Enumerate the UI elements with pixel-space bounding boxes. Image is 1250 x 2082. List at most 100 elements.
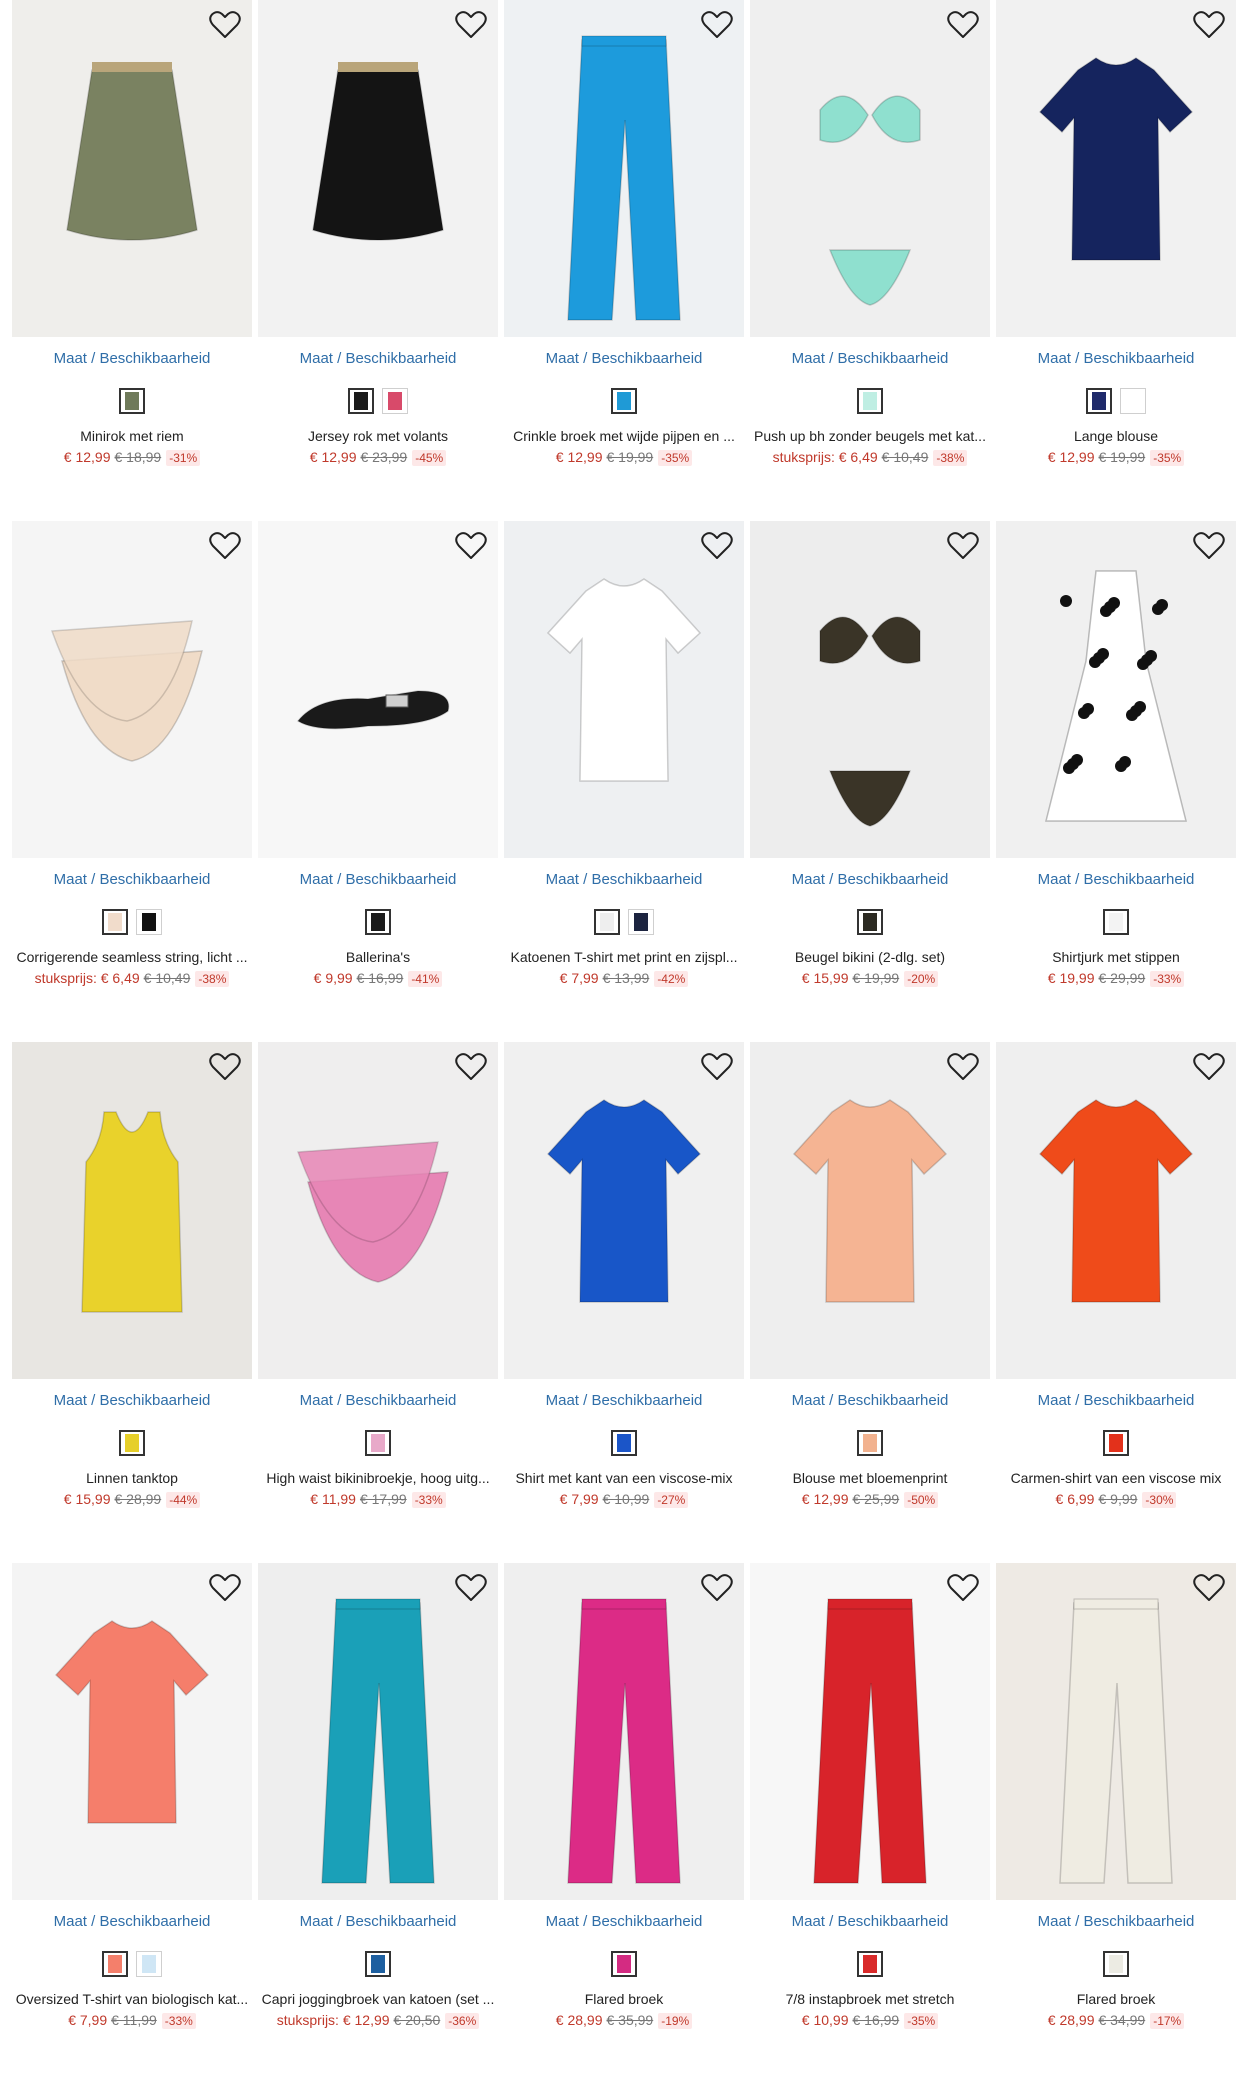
size-availability-link[interactable]: Maat / Beschikbaarheid <box>12 1913 252 1931</box>
product-card[interactable]: Maat / Beschikbaarheid Oversized T-shirt … <box>12 1563 252 2030</box>
size-availability-link[interactable]: Maat / Beschikbaarheid <box>12 871 252 889</box>
color-swatch[interactable] <box>365 1951 391 1977</box>
size-availability-link[interactable]: Maat / Beschikbaarheid <box>504 1392 744 1410</box>
product-name[interactable]: Blouse met bloemenprint <box>750 1470 990 1488</box>
color-swatch[interactable] <box>611 388 637 414</box>
product-image[interactable] <box>996 0 1236 337</box>
color-swatch[interactable] <box>594 909 620 935</box>
product-card[interactable]: Maat / Beschikbaarheid Corrigerende seaml… <box>12 521 252 988</box>
size-availability-link[interactable]: Maat / Beschikbaarheid <box>750 1913 990 1931</box>
product-name[interactable]: Linnen tanktop <box>12 1470 252 1488</box>
wishlist-heart-icon[interactable] <box>1192 529 1226 563</box>
product-image[interactable] <box>996 521 1236 858</box>
product-name[interactable]: Capri joggingbroek van katoen (set ... <box>258 1991 498 2009</box>
product-name[interactable]: Lange blouse <box>996 428 1236 446</box>
color-swatch[interactable] <box>628 909 654 935</box>
color-swatch[interactable] <box>611 1430 637 1456</box>
product-card[interactable]: Maat / Beschikbaarheid Blouse met bloemen… <box>750 1042 990 1509</box>
color-swatch[interactable] <box>365 909 391 935</box>
product-name[interactable]: Push up bh zonder beugels met kat... <box>750 428 990 446</box>
product-card[interactable]: Maat / Beschikbaarheid Ballerina's € 9,99 €… <box>258 521 498 988</box>
color-swatch[interactable] <box>857 909 883 935</box>
color-swatch[interactable] <box>382 388 408 414</box>
wishlist-heart-icon[interactable] <box>454 8 488 42</box>
product-image[interactable] <box>12 1563 252 1900</box>
wishlist-heart-icon[interactable] <box>454 1050 488 1084</box>
product-card[interactable]: Maat / Beschikbaarheid Crinkle broek met … <box>504 0 744 467</box>
product-name[interactable]: Corrigerende seamless string, licht ... <box>12 949 252 967</box>
product-card[interactable]: Maat / Beschikbaarheid Linnen tanktop € 15… <box>12 1042 252 1509</box>
product-name[interactable]: Crinkle broek met wijde pijpen en ... <box>504 428 744 446</box>
color-swatch[interactable] <box>119 388 145 414</box>
product-card[interactable]: Maat / Beschikbaarheid 7/8 instapbroek me… <box>750 1563 990 2030</box>
product-name[interactable]: Jersey rok met volants <box>258 428 498 446</box>
size-availability-link[interactable]: Maat / Beschikbaarheid <box>996 350 1236 368</box>
product-card[interactable]: Maat / Beschikbaarheid Shirtjurk met stip… <box>996 521 1236 988</box>
size-availability-link[interactable]: Maat / Beschikbaarheid <box>750 350 990 368</box>
product-image[interactable] <box>258 1042 498 1379</box>
wishlist-heart-icon[interactable] <box>700 1050 734 1084</box>
color-swatch[interactable] <box>1086 388 1112 414</box>
size-availability-link[interactable]: Maat / Beschikbaarheid <box>12 1392 252 1410</box>
color-swatch[interactable] <box>1120 388 1146 414</box>
size-availability-link[interactable]: Maat / Beschikbaarheid <box>504 1913 744 1931</box>
product-image[interactable] <box>750 0 990 337</box>
wishlist-heart-icon[interactable] <box>208 8 242 42</box>
product-image[interactable] <box>258 0 498 337</box>
color-swatch[interactable] <box>857 1430 883 1456</box>
color-swatch[interactable] <box>1103 1430 1129 1456</box>
size-availability-link[interactable]: Maat / Beschikbaarheid <box>996 1913 1236 1931</box>
size-availability-link[interactable]: Maat / Beschikbaarheid <box>12 350 252 368</box>
product-card[interactable]: Maat / Beschikbaarheid Flared broek € 28,9… <box>504 1563 744 2030</box>
product-name[interactable]: Shirt met kant van een viscose-mix <box>504 1470 744 1488</box>
product-name[interactable]: Oversized T-shirt van biologisch kat... <box>12 1991 252 2009</box>
size-availability-link[interactable]: Maat / Beschikbaarheid <box>258 350 498 368</box>
product-image[interactable] <box>258 1563 498 1900</box>
product-image[interactable] <box>258 521 498 858</box>
product-name[interactable]: High waist bikinibroekje, hoog uitg... <box>258 1470 498 1488</box>
color-swatch[interactable] <box>136 1951 162 1977</box>
product-image[interactable] <box>996 1042 1236 1379</box>
product-name[interactable]: Minirok met riem <box>12 428 252 446</box>
product-image[interactable] <box>996 1563 1236 1900</box>
color-swatch[interactable] <box>102 909 128 935</box>
wishlist-heart-icon[interactable] <box>1192 1571 1226 1605</box>
product-card[interactable]: Maat / Beschikbaarheid High waist bikinib… <box>258 1042 498 1509</box>
product-name[interactable]: Ballerina's <box>258 949 498 967</box>
color-swatch[interactable] <box>1103 909 1129 935</box>
wishlist-heart-icon[interactable] <box>700 529 734 563</box>
wishlist-heart-icon[interactable] <box>1192 8 1226 42</box>
product-image[interactable] <box>504 0 744 337</box>
wishlist-heart-icon[interactable] <box>700 1571 734 1605</box>
size-availability-link[interactable]: Maat / Beschikbaarheid <box>504 871 744 889</box>
product-card[interactable]: Maat / Beschikbaarheid Shirt met kant van… <box>504 1042 744 1509</box>
size-availability-link[interactable]: Maat / Beschikbaarheid <box>750 871 990 889</box>
size-availability-link[interactable]: Maat / Beschikbaarheid <box>996 1392 1236 1410</box>
product-card[interactable]: Maat / Beschikbaarheid Lange blouse € 12,9… <box>996 0 1236 467</box>
wishlist-heart-icon[interactable] <box>946 1050 980 1084</box>
color-swatch[interactable] <box>1103 1951 1129 1977</box>
wishlist-heart-icon[interactable] <box>700 8 734 42</box>
product-card[interactable]: Maat / Beschikbaarheid Flared broek € 28,9… <box>996 1563 1236 2030</box>
size-availability-link[interactable]: Maat / Beschikbaarheid <box>258 871 498 889</box>
product-name[interactable]: Flared broek <box>504 1991 744 2009</box>
wishlist-heart-icon[interactable] <box>454 1571 488 1605</box>
color-swatch[interactable] <box>857 1951 883 1977</box>
product-name[interactable]: Beugel bikini (2-dlg. set) <box>750 949 990 967</box>
product-name[interactable]: Katoenen T-shirt met print en zijspl... <box>504 949 744 967</box>
product-card[interactable]: Maat / Beschikbaarheid Jersey rok met vol… <box>258 0 498 467</box>
product-image[interactable] <box>750 1563 990 1900</box>
size-availability-link[interactable]: Maat / Beschikbaarheid <box>750 1392 990 1410</box>
product-image[interactable] <box>12 0 252 337</box>
product-image[interactable] <box>504 1563 744 1900</box>
wishlist-heart-icon[interactable] <box>946 1571 980 1605</box>
product-name[interactable]: Flared broek <box>996 1991 1236 2009</box>
product-image[interactable] <box>12 521 252 858</box>
product-card[interactable]: Maat / Beschikbaarheid Beugel bikini (2-d… <box>750 521 990 988</box>
wishlist-heart-icon[interactable] <box>946 529 980 563</box>
product-image[interactable] <box>504 521 744 858</box>
product-name[interactable]: 7/8 instapbroek met stretch <box>750 1991 990 2009</box>
wishlist-heart-icon[interactable] <box>208 529 242 563</box>
wishlist-heart-icon[interactable] <box>1192 1050 1226 1084</box>
product-card[interactable]: Maat / Beschikbaarheid Carmen-shirt van e… <box>996 1042 1236 1509</box>
